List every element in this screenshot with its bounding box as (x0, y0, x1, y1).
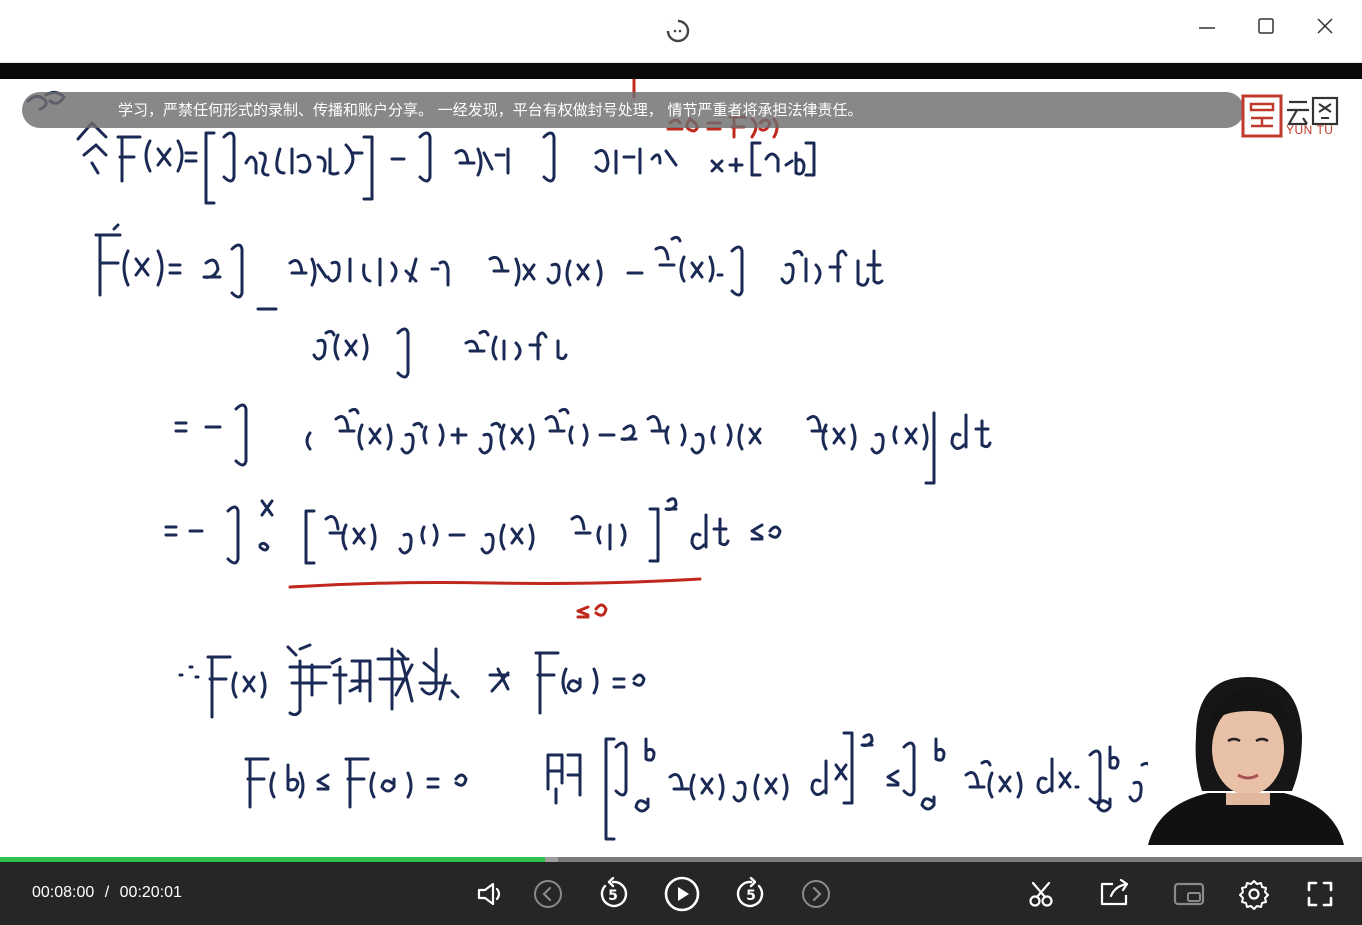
close-icon (1317, 18, 1333, 34)
scissors-icon (1029, 881, 1053, 907)
fullscreen-icon (1307, 881, 1333, 907)
rewind-5-button[interactable]: 5 (593, 874, 633, 914)
video-canvas[interactable]: 学习，严禁任何形式的录制、传播和账户分享。 一经发现，平台有权做封号处理， 情节… (0, 63, 1362, 845)
maximize-button[interactable] (1246, 12, 1286, 40)
previous-button[interactable] (528, 874, 568, 914)
share-button[interactable] (1094, 874, 1134, 914)
control-bar: 00:08:00 / 00:20:01 5 5 (0, 862, 1362, 925)
next-button[interactable] (796, 874, 836, 914)
share-icon (1100, 878, 1129, 906)
app-logo-icon (664, 17, 692, 45)
clip-button[interactable] (1021, 874, 1061, 914)
current-time: 00:08:00 (32, 884, 95, 901)
previous-icon (534, 880, 562, 908)
time-display: 00:08:00 / 00:20:01 (32, 884, 182, 902)
gear-icon (1239, 880, 1269, 910)
video-player-window: 学习，严禁任何形式的录制、传播和账户分享。 一经发现，平台有权做封号处理， 情节… (0, 0, 1362, 925)
total-time: 00:20:01 (119, 884, 182, 901)
play-button[interactable] (662, 874, 702, 914)
volume-icon (477, 882, 501, 906)
title-bar (0, 0, 1362, 63)
volume-button[interactable] (469, 874, 509, 914)
fullscreen-button[interactable] (1300, 874, 1340, 914)
forward-seconds-label: 5 (746, 888, 756, 904)
play-icon (664, 876, 700, 912)
minimize-icon (1199, 27, 1215, 29)
presenter-image (1148, 677, 1344, 845)
picture-in-picture-button[interactable] (1169, 874, 1209, 914)
letterbox-top (0, 63, 1362, 79)
next-icon (802, 880, 830, 908)
forward-5-button[interactable]: 5 (731, 874, 771, 914)
rewind-seconds-label: 5 (608, 888, 618, 904)
presenter-video-overlay[interactable] (1148, 677, 1344, 845)
rewind-5-icon: 5 (600, 877, 628, 908)
forward-5-icon: 5 (736, 877, 764, 908)
time-separator: / (104, 884, 110, 901)
brand-label: YUN TU (1286, 123, 1334, 137)
close-button[interactable] (1305, 12, 1345, 40)
anti-piracy-notice: 学习，严禁任何形式的录制、传播和账户分享。 一经发现，平台有权做封号处理， 情节… (22, 92, 1244, 128)
settings-button[interactable] (1234, 874, 1274, 914)
maximize-icon (1258, 18, 1274, 34)
minimize-button[interactable] (1187, 12, 1227, 40)
picture-in-picture-icon (1173, 882, 1205, 906)
